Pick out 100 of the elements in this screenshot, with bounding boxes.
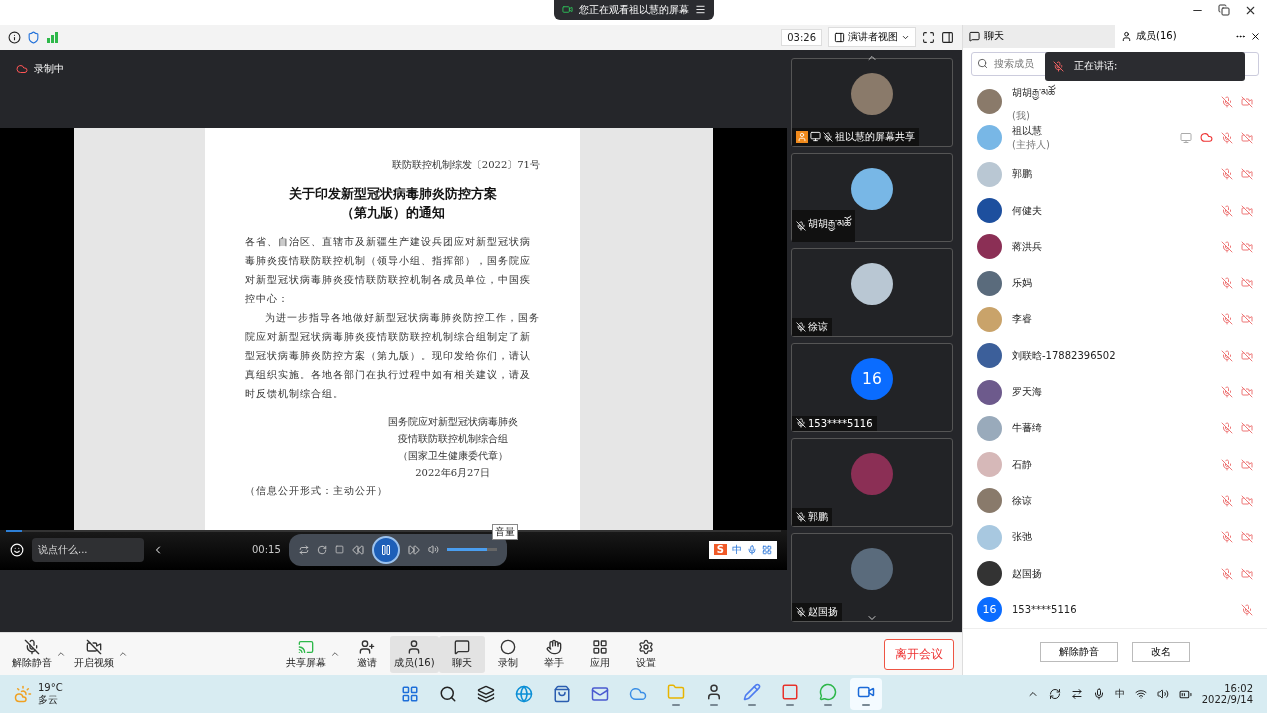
emoji-icon[interactable]: [10, 542, 24, 557]
member-role: (我): [1012, 108, 1031, 123]
refresh-icon[interactable]: [316, 544, 327, 555]
camera-off-icon: [86, 638, 102, 655]
member-row[interactable]: 张弛: [963, 519, 1267, 556]
toolbar-button[interactable]: 设置: [622, 635, 669, 673]
video-tile[interactable]: 郭鹏: [791, 437, 953, 527]
search-icon: [977, 57, 988, 69]
toolbar-button[interactable]: 录制: [484, 635, 531, 673]
member-name: 石静: [1012, 457, 1033, 472]
mic-muted-icon: [1221, 458, 1233, 471]
mic-muted-icon: [1221, 567, 1233, 580]
toolbar-button[interactable]: 成员(16): [390, 635, 439, 673]
mic-muted-icon: [1221, 386, 1233, 399]
repeat-icon[interactable]: [298, 544, 309, 555]
document-title: （第九版）的通知: [339, 203, 446, 222]
participant-name: 胡胡རྒྱ་མཚོ: [808, 214, 851, 233]
fullscreen-icon[interactable]: [922, 31, 935, 44]
toolbar-button[interactable]: 共享屏幕: [282, 635, 330, 673]
chat-input-field[interactable]: 说点什么...: [32, 537, 144, 562]
panel-tab[interactable]: 成员(16): [1115, 25, 1267, 48]
member-row[interactable]: 何健夫: [963, 192, 1267, 229]
toolbar-button[interactable]: 开启视频: [70, 635, 118, 673]
video-tile[interactable]: 赵国扬: [791, 532, 953, 622]
avatar-photo-placeholder: [977, 89, 1002, 115]
shield-icon[interactable]: [27, 31, 40, 44]
member-name: 乐妈: [1012, 276, 1033, 291]
member-name: 蒋洪兵: [1012, 239, 1043, 254]
panel-button[interactable]: 改名: [1132, 642, 1190, 662]
member-row[interactable]: 郭鹏: [963, 156, 1267, 193]
cloud-icon: [16, 62, 28, 75]
member-row[interactable]: 牛蕃绮: [963, 410, 1267, 447]
member-row[interactable]: 李睿: [963, 301, 1267, 338]
panel-tab[interactable]: 聊天: [963, 25, 1115, 48]
search-icon: [439, 685, 457, 703]
view-dropdown[interactable]: 演讲者视图: [828, 27, 916, 48]
member-row[interactable]: 蒋洪兵: [963, 228, 1267, 266]
member-row[interactable]: 胡胡རྒྱ་མཚོ (我): [963, 83, 1267, 120]
fast-forward-icon[interactable]: [407, 543, 420, 556]
mic-muted-icon: [796, 606, 806, 617]
panel-button[interactable]: 解除静音: [1040, 642, 1118, 662]
pause-button[interactable]: [371, 535, 400, 564]
avatar-photo-placeholder: [977, 306, 1002, 332]
toolbar-button[interactable]: 举手: [530, 635, 577, 673]
chat-bubble-icon: [969, 30, 980, 42]
member-row[interactable]: 刘联晗-17882396502: [963, 337, 1267, 374]
banner-text: 您正在观看祖以慧的屏幕: [578, 2, 689, 17]
member-row[interactable]: 16 153****5116: [963, 591, 1267, 628]
close-icon[interactable]: [1244, 4, 1257, 17]
sidebar-icon[interactable]: [941, 31, 954, 44]
video-tile[interactable]: 胡胡རྒྱ་མཚོ: [791, 152, 953, 242]
avatar-photo-placeholder: [977, 125, 1002, 151]
menu-icon[interactable]: [694, 4, 706, 15]
person-icon: [1121, 30, 1132, 42]
member-row[interactable]: 罗天海: [963, 373, 1267, 411]
weather-icon: [14, 685, 32, 703]
mic-muted-icon: [1221, 277, 1233, 290]
grid-icon[interactable]: [762, 544, 772, 555]
mic-muted-icon: [796, 321, 806, 332]
stop-icon[interactable]: [334, 545, 344, 555]
clock-date: 2022/9/14: [1201, 694, 1253, 705]
wifi-icon[interactable]: [1134, 688, 1147, 700]
video-tile[interactable]: 16 153****5116: [791, 342, 953, 432]
avatar-photo-placeholder: [851, 452, 893, 495]
close-icon[interactable]: [1250, 30, 1261, 42]
avatar-photo-placeholder: [977, 415, 1002, 441]
member-row[interactable]: 赵国扬: [963, 555, 1267, 592]
toolbar-button[interactable]: 解除静音: [8, 635, 56, 673]
participant-name: 祖以慧的屏幕共享: [835, 129, 915, 144]
sync-icon[interactable]: [1048, 688, 1061, 700]
toolbar-button[interactable]: 聊天: [438, 635, 485, 673]
volume-slider[interactable]: [446, 548, 497, 552]
mic-icon[interactable]: [1092, 688, 1105, 700]
input-method[interactable]: 中: [1114, 687, 1125, 701]
settings-icon: [637, 638, 654, 655]
video-tile[interactable]: 徐谅: [791, 247, 953, 337]
member-row[interactable]: 石静: [963, 446, 1267, 483]
signature-line: （国家卫生健康委代章）: [396, 448, 509, 463]
info-icon[interactable]: [8, 31, 21, 44]
layout-icon: [834, 32, 845, 43]
toolbar-button[interactable]: 邀请: [344, 635, 390, 673]
member-name: 刘联晗-17882396502: [1012, 348, 1117, 363]
transfer-icon[interactable]: [1070, 688, 1083, 700]
rewind-icon[interactable]: [351, 543, 364, 556]
mic-muted-icon: [796, 220, 806, 231]
participant-name: 赵国扬: [808, 604, 838, 619]
member-row[interactable]: 乐妈: [963, 265, 1267, 302]
video-tile[interactable]: 祖以慧的屏幕共享: [791, 57, 953, 147]
ime-mode[interactable]: 中: [732, 542, 742, 557]
toolbar-button[interactable]: 应用: [576, 635, 623, 673]
mic-muted-icon: [1221, 168, 1233, 181]
avatar-photo-placeholder: [977, 161, 1002, 187]
member-row[interactable]: 徐谅: [963, 482, 1267, 520]
screen-share-icon: [298, 638, 314, 655]
playback-time: 00:15: [252, 544, 281, 556]
leave-meeting-button[interactable]: 离开会议: [884, 638, 954, 670]
recording-label: 录制中: [34, 61, 64, 76]
volume-icon[interactable]: [1156, 688, 1169, 700]
restore-icon[interactable]: [1218, 4, 1230, 16]
member-name: 李睿: [1012, 312, 1033, 327]
